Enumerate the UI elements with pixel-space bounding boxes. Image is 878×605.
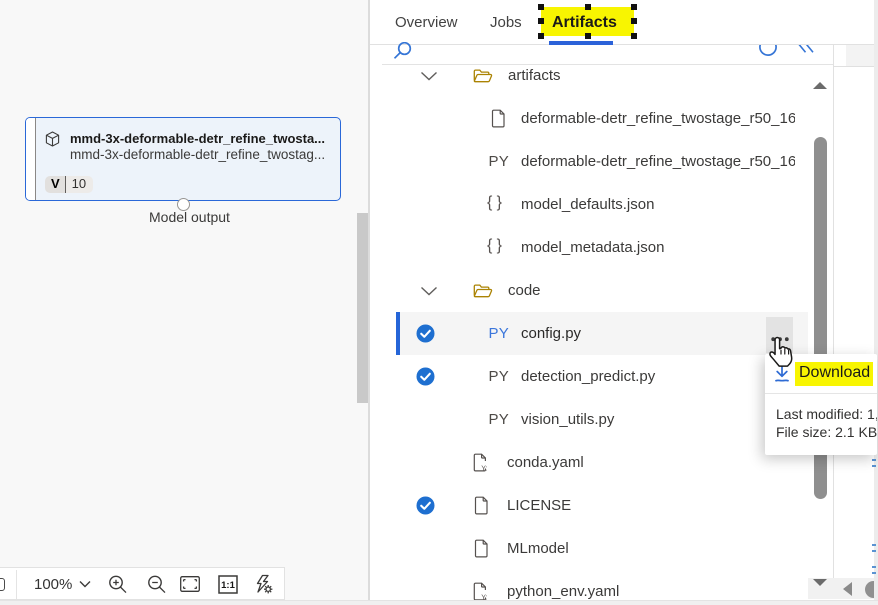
svg-text:1:1: 1:1 bbox=[221, 580, 235, 591]
svg-text:Y:: Y: bbox=[481, 465, 487, 472]
